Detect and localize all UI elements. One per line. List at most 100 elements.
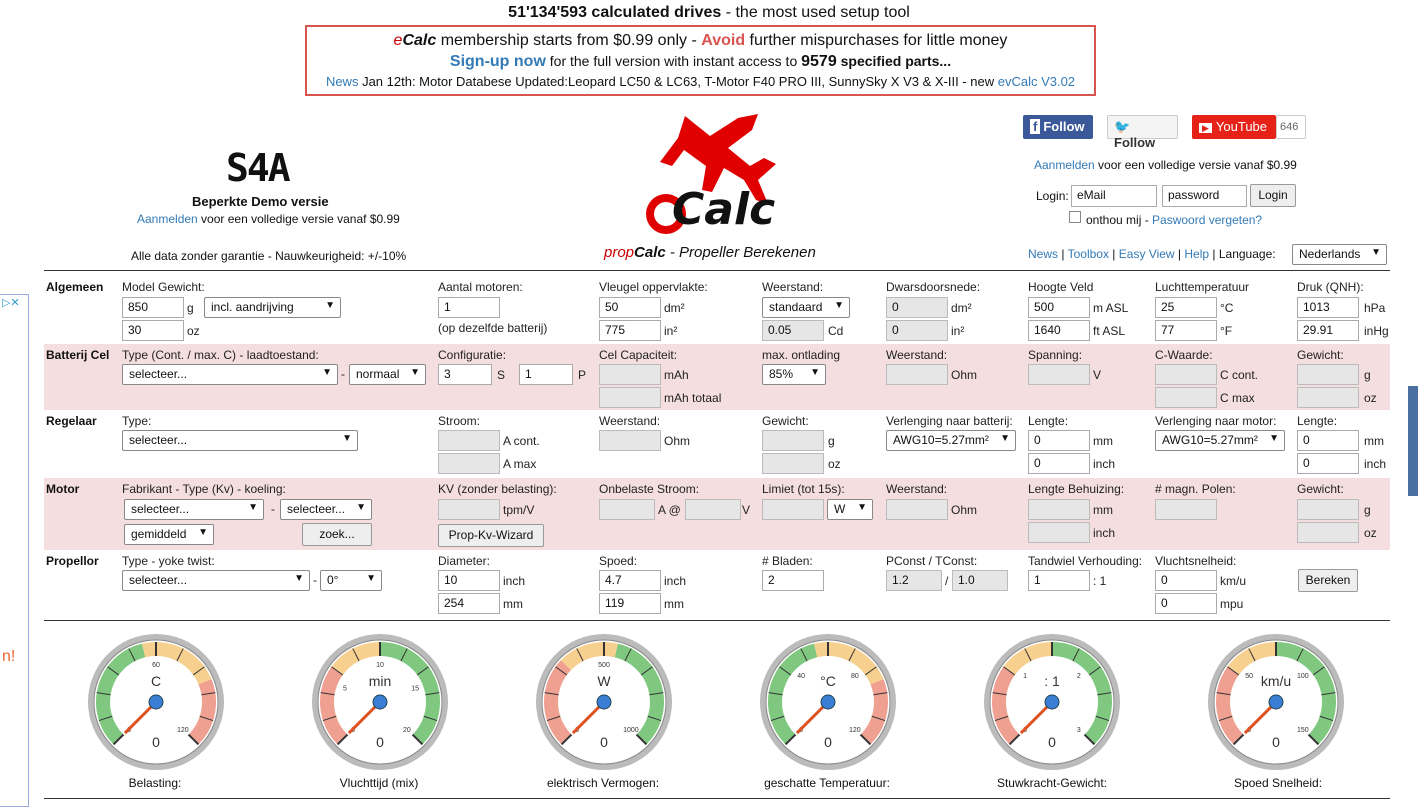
press-hpa-input[interactable]: 1013 [1297,297,1359,318]
len-motor-label: Lengte: [1297,414,1338,428]
motor-manufacturer-value: selecteer... [131,502,190,516]
nav-help[interactable]: Help [1184,247,1209,261]
language-label: Language: [1218,247,1276,261]
config-p-input[interactable]: 1 [519,364,573,385]
noload-a-input [599,499,655,520]
gauge-3: 04080120°C0 [760,634,896,770]
battery-res-label: Weerstand: [886,348,948,362]
remember-checkbox[interactable] [1069,211,1081,223]
blades-input[interactable]: 2 [762,570,824,591]
ext-battery-select[interactable]: AWG10=5.27mm² ▼ [886,430,1016,451]
diameter-inch-input[interactable]: 10 [438,570,500,591]
facebook-follow-button[interactable]: f Follow [1023,115,1093,139]
youtube-button[interactable]: ▶ YouTube [1192,115,1276,139]
gear-input[interactable]: 1 [1028,570,1090,591]
gauge-4: 0123: 10 [984,634,1120,770]
forgot-password-link[interactable]: Paswoord vergeten? [1152,213,1262,227]
press-inhg-input[interactable]: 29.91 [1297,320,1359,341]
unit-mah-total: mAh totaal [664,391,722,405]
ext-motor-value: AWG10=5.27mm² [1162,433,1258,447]
signup-link[interactable]: Sign-up now [450,53,546,70]
language-select[interactable]: Nederlands ▼ [1292,244,1387,265]
ad-choices-icon[interactable]: ▷✕ [2,296,20,309]
unit-a-max: A max [503,457,537,471]
prop-kv-wizard-button[interactable]: Prop-Kv-Wizard [438,524,544,547]
unit-oz-battery: oz [1364,391,1377,405]
pconst-input[interactable]: 1.2 [886,570,942,591]
row-battery: Batterij Cel Type (Cont. / max. C) - laa… [44,344,1390,410]
calculate-button[interactable]: Bereken [1298,569,1358,592]
yoke-twist-select[interactable]: 0° ▼ [320,570,382,591]
wing-label: Vleugel oppervlakte: [599,280,708,294]
gauge-hub [820,694,836,710]
cooling-select[interactable]: gemiddeld ▼ [124,524,214,545]
login-aanmelden-link[interactable]: Aanmelden [1034,158,1095,172]
nav-news[interactable]: News [1028,247,1058,261]
len-motor-in-input[interactable]: 0 [1297,453,1359,474]
pitch-mm-input[interactable]: 119 [599,593,661,614]
len-motor-mm-input[interactable]: 0 [1297,430,1359,451]
unit-c-cont: C cont. [1220,368,1259,382]
speed-mph-input[interactable]: 0 [1155,593,1217,614]
speed-kmh-input[interactable]: 0 [1155,570,1217,591]
voltage-input [1028,364,1090,385]
unit-cd: Cd [828,324,844,338]
weight-oz-input[interactable]: 30 [122,320,184,341]
esc-type-select[interactable]: selecteer... ▼ [122,430,358,451]
charge-state-select[interactable]: normaal ▼ [349,364,426,385]
motor-search-button[interactable]: zoek... [302,523,372,546]
drag-label: Weerstand: [762,280,824,294]
evcalc-link[interactable]: evCalc V3.02 [998,74,1075,89]
row-esc: Regelaar Type: selecteer... ▼ Stroom: A c… [44,410,1390,478]
temp-f-input[interactable]: 77 [1155,320,1217,341]
motor-manufacturer-select[interactable]: selecteer... ▼ [124,499,264,520]
twitter-icon: 🐦 [1114,119,1131,134]
gauge-unit: min [369,673,392,689]
pitch-inch-input[interactable]: 4.7 [599,570,661,591]
gauge-caption: Belasting: [128,776,182,790]
nav-toolbox[interactable]: Toolbox [1068,247,1109,261]
login-button[interactable]: Login [1250,184,1296,207]
motors-input[interactable]: 1 [438,297,500,318]
limit-unit-value: W [834,502,846,516]
left-aanmelden-link[interactable]: Aanmelden [137,212,198,226]
weight-option-select[interactable]: incl. aandrijving ▼ [204,297,341,318]
unit-oz-esc: oz [828,457,841,471]
unit-mm-pitch: mm [664,597,684,611]
ext-battery-value: AWG10=5.27mm² [893,433,989,447]
title-prop: prop [604,244,635,261]
unit-inch-case: inch [1093,526,1116,540]
wing-dm-input[interactable]: 50 [599,297,661,318]
diameter-mm-input[interactable]: 254 [438,593,500,614]
gauge-5: 050100150km/u0 [1208,634,1344,770]
limit-unit-select[interactable]: W ▼ [827,499,873,520]
temp-c-input[interactable]: 25 [1155,297,1217,318]
gauge-value: 0 [600,734,608,750]
unit-ohm-esc: Ohm [664,434,691,448]
unit-dm2: dm² [664,301,685,315]
weight-g-input[interactable]: 850 [122,297,184,318]
prop-type-select[interactable]: selecteer... ▼ [122,570,310,591]
battery-type-select[interactable]: selecteer... ▼ [122,364,338,385]
config-s-input[interactable]: 3 [438,364,492,385]
elev-m-input[interactable]: 500 [1028,297,1090,318]
email-input[interactable]: eMail [1071,185,1157,207]
motor-type-select[interactable]: selecteer... ▼ [280,499,372,520]
wing-in-input[interactable]: 775 [599,320,661,341]
unit-a-cont: A cont. [503,434,540,448]
c-cont-input [1155,364,1217,385]
elev-ft-input[interactable]: 1640 [1028,320,1090,341]
yoke-twist-value: 0° [327,573,339,587]
len-battery-mm-input[interactable]: 0 [1028,430,1090,451]
twitter-follow-button[interactable]: 🐦Follow [1107,115,1178,150]
discharge-select[interactable]: 85% ▼ [762,364,826,385]
news-link[interactable]: News [326,74,359,89]
len-battery-in-input[interactable]: 0 [1028,453,1090,474]
nav-easyview[interactable]: Easy View [1119,247,1175,261]
gauge-value: 0 [824,734,832,750]
drag-select[interactable]: standaard ▼ [762,297,850,318]
tconst-input[interactable]: 1.0 [952,570,1008,591]
ext-motor-select[interactable]: AWG10=5.27mm² ▼ [1155,430,1285,451]
password-input[interactable]: password [1162,185,1247,207]
motor-type-label: Fabrikant - Type (Kv) - koeling: [122,482,286,496]
